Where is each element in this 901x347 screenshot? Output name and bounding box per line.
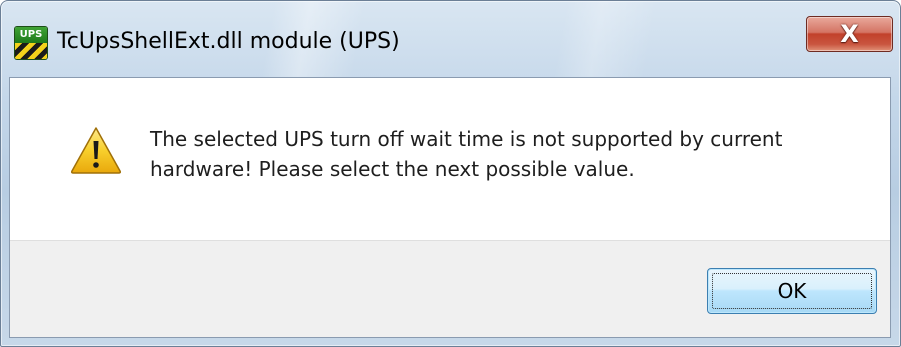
close-button[interactable]: X bbox=[806, 16, 893, 52]
message-text: The selected UPS turn off wait time is n… bbox=[150, 124, 870, 184]
app-icon-stripes bbox=[15, 43, 47, 59]
message-line-2: hardware! Please select the next possibl… bbox=[150, 157, 635, 181]
close-icon: X bbox=[840, 20, 859, 48]
ok-button[interactable]: OK bbox=[707, 268, 877, 314]
message-line-1: The selected UPS turn off wait time is n… bbox=[150, 127, 783, 151]
app-icon-label: UPS bbox=[15, 27, 47, 43]
ok-button-label: OK bbox=[777, 279, 807, 303]
dialog-content: The selected UPS turn off wait time is n… bbox=[9, 77, 891, 338]
title-bar[interactable]: UPS TcUpsShellExt.dll module (UPS) X bbox=[1, 1, 900, 77]
message-area: The selected UPS turn off wait time is n… bbox=[10, 78, 890, 240]
message-dialog-window: UPS TcUpsShellExt.dll module (UPS) X The… bbox=[0, 0, 901, 347]
warning-icon bbox=[70, 127, 122, 174]
window-title: TcUpsShellExt.dll module (UPS) bbox=[57, 29, 400, 54]
ups-app-icon: UPS bbox=[15, 27, 47, 59]
button-area: OK bbox=[10, 240, 890, 337]
